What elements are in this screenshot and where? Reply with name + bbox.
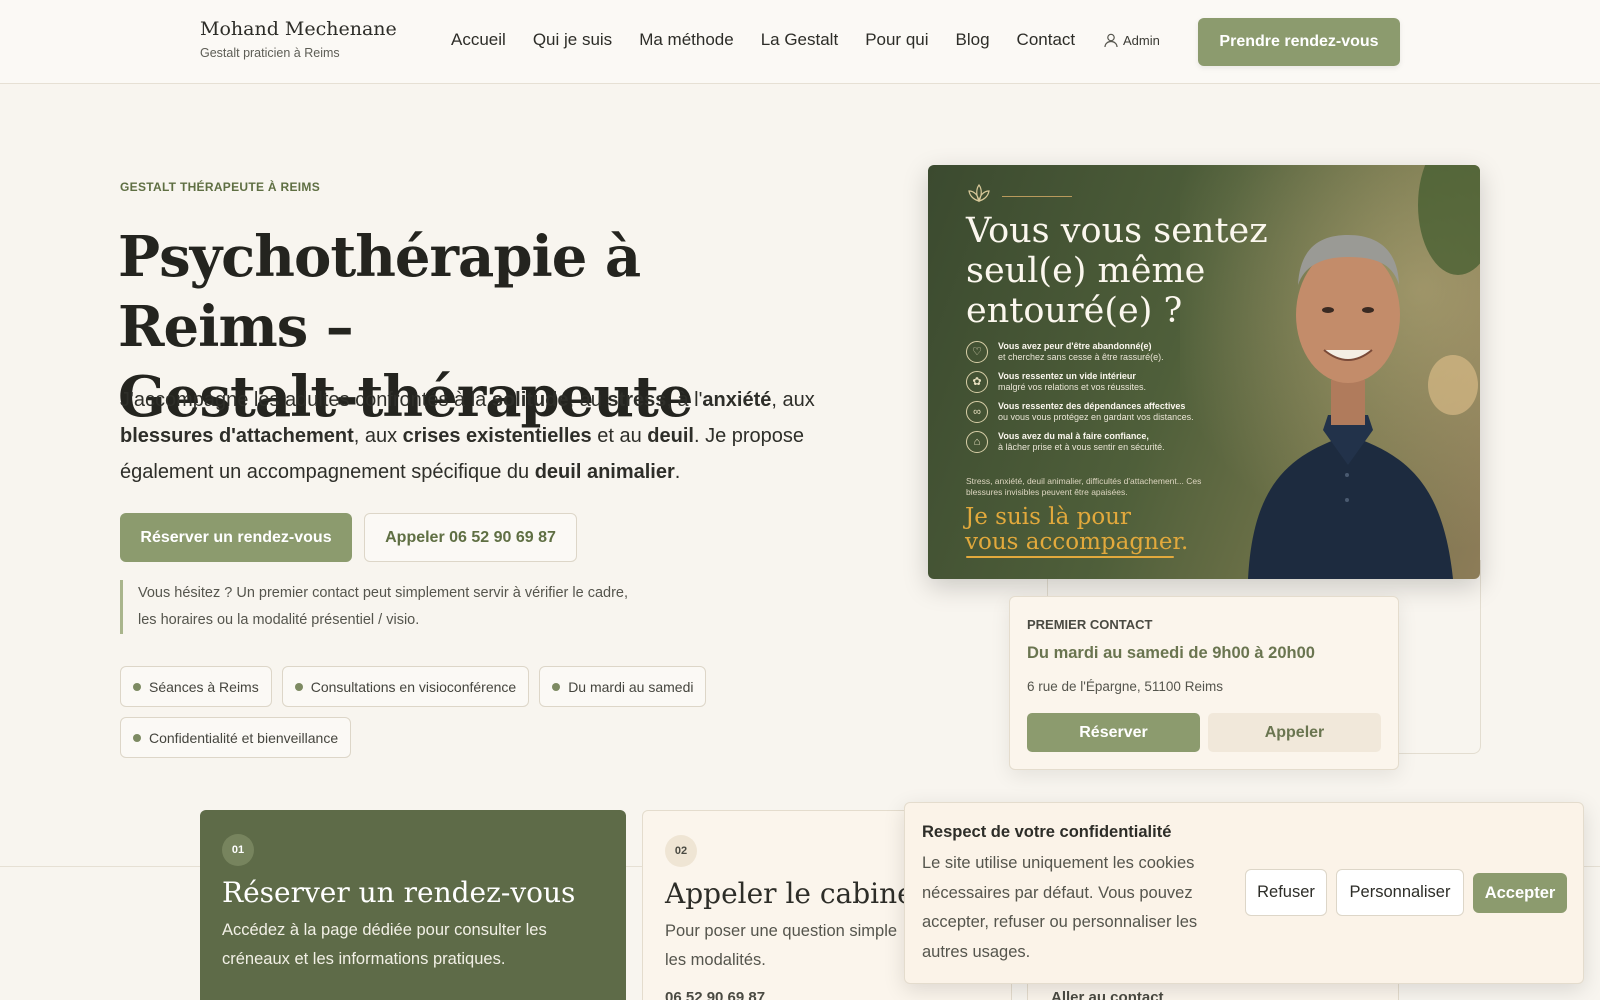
step-title: Appeler le cabinet: [665, 877, 925, 910]
nav-item-accueil[interactable]: Accueil: [451, 30, 506, 50]
nav-item-la-gestalt[interactable]: La Gestalt: [761, 30, 839, 50]
hero-eyebrow: GESTALT THÉRAPEUTE À REIMS: [120, 180, 321, 194]
step-text: Accédez à la page dédiée pour consulter …: [222, 921, 547, 968]
opening-hours: Du mardi au samedi de 9h00 à 20h00: [1027, 644, 1315, 662]
portrait-illustration: [1228, 165, 1480, 579]
brand-subtitle: Gestalt praticien à Reims: [200, 46, 340, 60]
cookie-banner: Respect de votre confidentialité Le site…: [904, 802, 1584, 984]
lotus-icon: [968, 183, 990, 203]
reserve-button[interactable]: Réserver un rendez-vous: [120, 513, 352, 562]
call-button[interactable]: Appeler 06 52 90 69 87: [364, 513, 577, 562]
step-title: Réserver un rendez-vous: [222, 876, 576, 909]
image-tagline: Je suis là pour vous accompagner.: [965, 504, 1189, 555]
nav-item-qui-je-suis[interactable]: Qui je suis: [533, 30, 612, 50]
flower-icon: ✿: [966, 371, 988, 393]
image-footnote: Stress, anxiété, deuil animalier, diffic…: [966, 476, 1202, 497]
hesitation-note: Vous hésitez ? Un premier contact peut s…: [120, 580, 660, 634]
cookie-title: Respect de votre confidentialité: [922, 823, 1172, 841]
cookie-text: Le site utilise uniquement les cookies n…: [922, 854, 1198, 961]
feature-chips: Séances à Reims Consultations en visioco…: [120, 666, 720, 758]
call-card-button[interactable]: Appeler: [1208, 713, 1381, 752]
nav-item-ma-methode[interactable]: Ma méthode: [639, 30, 734, 50]
site-header: Mohand Mechenane Gestalt praticien à Rei…: [0, 0, 1600, 84]
chip: Confidentialité et bienveillance: [120, 717, 352, 758]
admin-link[interactable]: Admin: [1103, 32, 1160, 48]
lock-icon: ⌂: [966, 431, 988, 453]
step-card-reserve[interactable]: 01 Réserver un rendez-vous Accédez à la …: [200, 810, 626, 1000]
first-contact-card: PREMIER CONTACT Du mardi au samedi de 9h…: [1009, 596, 1399, 770]
nav-item-blog[interactable]: Blog: [956, 30, 990, 50]
brand-name[interactable]: Mohand Mechenane: [200, 18, 397, 40]
chip: Séances à Reims: [120, 666, 272, 707]
main-nav: Accueil Qui je suis Ma méthode La Gestal…: [451, 30, 1075, 50]
customize-cookies-button[interactable]: Personnaliser: [1336, 869, 1464, 916]
admin-label: Admin: [1123, 32, 1160, 48]
step-number: 01: [222, 834, 254, 866]
contact-link[interactable]: Aller au contact: [1051, 989, 1164, 1000]
hero-lead: J'accompagne les adultes confrontés à la…: [120, 389, 815, 483]
address: 6 rue de l'Épargne, 51100 Reims: [1027, 679, 1223, 694]
step-number: 02: [665, 835, 697, 867]
accept-cookies-button[interactable]: Accepter: [1473, 873, 1567, 913]
book-appointment-button[interactable]: Prendre rendez-vous: [1198, 18, 1400, 66]
chip: Du mardi au samedi: [539, 666, 707, 707]
heart-icon: ♡: [966, 341, 988, 363]
list-item: ✿ Vous ressentez un vide intérieur malgré…: [966, 371, 1236, 393]
nav-item-contact[interactable]: Contact: [1017, 30, 1076, 50]
first-contact-label: PREMIER CONTACT: [1027, 617, 1153, 632]
hero-image: Vous vous sentez seul(e) même entouré(e)…: [928, 165, 1480, 579]
list-item: ♡ Vous avez peur d'être abandonné(e) et c…: [966, 341, 1236, 363]
list-item: ∞ Vous ressentez des dépendances affecti…: [966, 401, 1236, 423]
list-item: ⌂ Vous avez du mal à faire confiance, à l…: [966, 431, 1236, 453]
chip: Consultations en visioconférence: [281, 666, 530, 707]
nav-item-pour-qui[interactable]: Pour qui: [865, 30, 928, 50]
link-icon: ∞: [966, 401, 988, 423]
title-line-1: Psychothérapie à Reims –: [118, 224, 641, 360]
refuse-cookies-button[interactable]: Refuser: [1245, 869, 1327, 916]
image-symptom-list: ♡ Vous avez peur d'être abandonné(e) et c…: [966, 341, 1236, 461]
phone-link[interactable]: 06 52 90 69 87: [665, 989, 765, 1000]
reserve-card-button[interactable]: Réserver: [1027, 713, 1200, 752]
user-icon: [1104, 33, 1118, 48]
